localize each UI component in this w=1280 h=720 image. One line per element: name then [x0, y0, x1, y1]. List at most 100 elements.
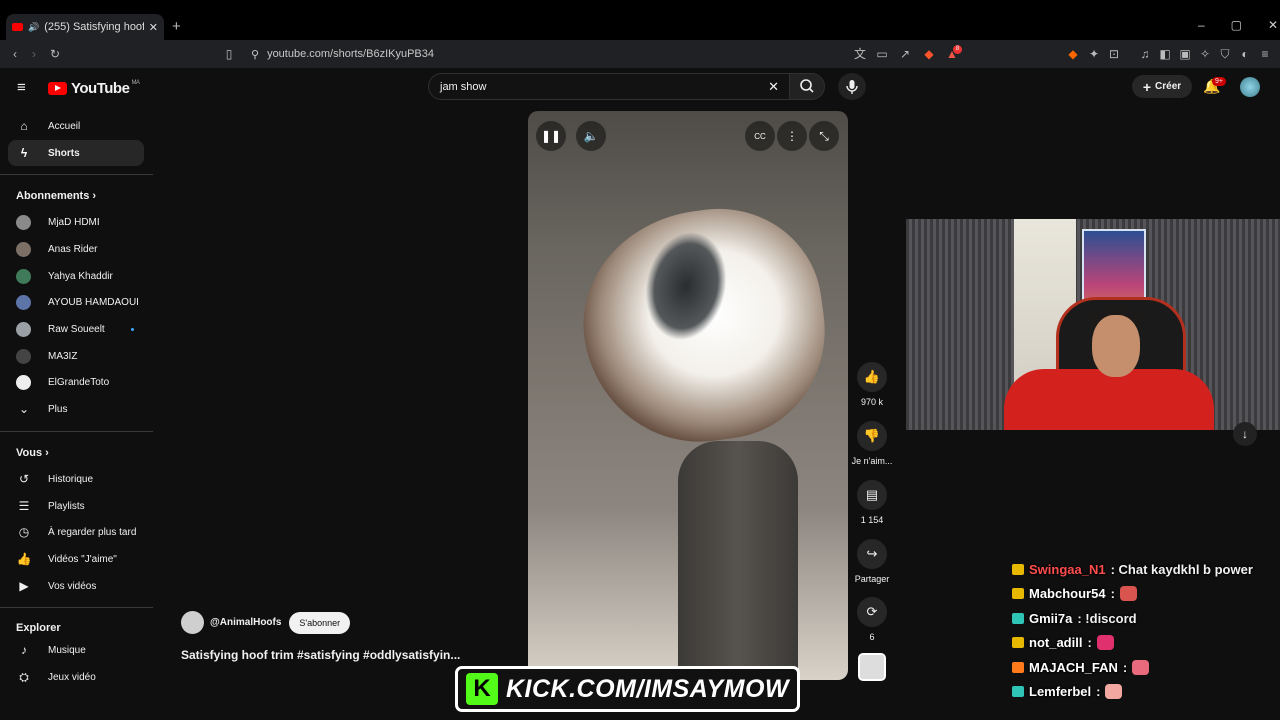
sidebar-item-accueil[interactable]: ⌂ Accueil	[8, 113, 144, 139]
dislike-button[interactable]: 👎 Je n'aim...	[850, 421, 894, 466]
sidebar-sub-item[interactable]: MjaD HDMI	[8, 209, 144, 235]
channel-name[interactable]: @AnimalHoofs	[210, 617, 281, 628]
subscribe-button[interactable]: S'abonner	[289, 611, 351, 634]
bookmark-icon[interactable]: ▯	[222, 47, 236, 61]
sidebar-item-music[interactable]: ♪ Musique	[8, 637, 144, 663]
account-avatar[interactable]	[1240, 77, 1260, 97]
sidebar-sub-item[interactable]: Anas Rider	[8, 236, 144, 262]
sidebar-item-watch-later[interactable]: ◷ À regarder plus tard	[8, 519, 144, 545]
region-code: MA	[131, 80, 140, 86]
new-content-dot	[131, 327, 134, 331]
emote-icon	[1096, 635, 1114, 651]
sidebar-sub-item[interactable]: AYOUB HAMDAOUI	[8, 289, 144, 315]
share-button[interactable]: ↪ Partager	[850, 539, 894, 584]
channel-info: @AnimalHoofs S'abonner	[181, 611, 351, 634]
thumbs-up-icon: 👍	[16, 552, 32, 566]
sidebar-item-label: MjaD HDMI	[48, 216, 100, 228]
forward-icon[interactable]: ›	[27, 47, 41, 61]
remix-button[interactable]: ⟳ 6	[850, 597, 894, 642]
clear-search-icon[interactable]: ✕	[768, 79, 779, 95]
sidebar-item-shorts[interactable]: ϟ Shorts	[8, 140, 144, 166]
sidebar-item-liked[interactable]: 👍 Vidéos "J'aime"	[8, 546, 144, 572]
sidebar-item-label: ElGrandeToto	[48, 376, 110, 388]
screenshot-icon[interactable]: ⊡	[1107, 47, 1121, 61]
avatar	[16, 321, 31, 337]
site-info-icon[interactable]: ⚲	[251, 48, 259, 61]
sidebar-item-your-videos[interactable]: ▶ Vos vidéos	[8, 573, 144, 599]
chat-username: Mabchour54	[1029, 586, 1106, 602]
sidebar-item-label: Anas Rider	[48, 243, 98, 255]
pause-icon: ❚❚	[540, 129, 562, 143]
you-heading[interactable]: Vous ›	[16, 447, 49, 459]
sidebar-sub-item[interactable]: MA3IZ	[8, 343, 144, 369]
next-short-button[interactable]: ↓	[1233, 422, 1257, 446]
cast-icon[interactable]: ▭	[875, 47, 889, 61]
sidebar-sub-item[interactable]: Raw Soueelt	[8, 316, 144, 342]
guide-menu-icon[interactable]: ≡	[17, 79, 26, 96]
search-button[interactable]	[789, 73, 825, 100]
brave-shield-icon[interactable]: ◆	[922, 47, 936, 61]
brave-news-icon[interactable]: ◐	[1238, 47, 1252, 61]
sidebar-sub-item[interactable]: ElGrandeToto	[8, 369, 144, 395]
like-button[interactable]: 👍 970 k	[850, 362, 894, 407]
volume-button[interactable]: 🔈	[576, 121, 606, 151]
chat-username: Gmii7a	[1029, 610, 1073, 626]
rewards-badge: 8	[953, 45, 962, 54]
wallet-icon[interactable]: ▣	[1178, 47, 1192, 61]
channel-avatar[interactable]	[181, 611, 204, 634]
maximize-button[interactable]: ▢	[1231, 18, 1242, 32]
sidebar-item-label: Shorts	[48, 147, 80, 159]
create-button[interactable]: + Créer	[1132, 75, 1192, 98]
sidebar-item-gaming[interactable]: ⛭ Jeux vidéo	[8, 664, 144, 690]
chat-username: Swingaa_N1	[1029, 561, 1106, 577]
translate-icon[interactable]: 文	[853, 47, 867, 61]
browser-tab[interactable]: 🔊 (255) Satisfying hoof trim #sati ✕	[6, 14, 164, 40]
share-icon: ↪	[857, 539, 887, 569]
minimize-button[interactable]: –	[1198, 18, 1205, 32]
new-tab-button[interactable]: +	[172, 18, 181, 35]
vpn-icon[interactable]: ⛉	[1218, 47, 1232, 61]
clock-icon: ◷	[18, 525, 30, 539]
badge-icon	[1012, 637, 1024, 649]
media-icon[interactable]: ♫	[1138, 47, 1152, 61]
more-options-button[interactable]: ⋮	[777, 121, 807, 151]
subscriptions-heading[interactable]: Abonnements ›	[16, 190, 96, 202]
chat-message: not_adill:	[1012, 631, 1278, 656]
video-title[interactable]: Satisfying hoof trim #satisfying #oddlys…	[181, 648, 460, 662]
sidebar-item-label: AYOUB HAMDAOUI	[48, 296, 139, 308]
back-icon[interactable]: ‹	[8, 47, 22, 61]
comment-icon: ▤	[857, 480, 887, 510]
more-vert-icon: ⋮	[786, 129, 798, 143]
channel-avatar-thumb[interactable]	[858, 653, 886, 681]
chat-message: Mabchour54:	[1012, 582, 1278, 607]
voice-search-button[interactable]	[838, 73, 866, 100]
pause-button[interactable]: ❚❚	[536, 121, 566, 151]
sidebar-item-more[interactable]: ⌄ Plus	[8, 396, 144, 422]
comments-button[interactable]: ▤ 1 154	[850, 480, 894, 525]
gamepad-icon: ⛭	[19, 669, 29, 684]
sidebar-item-playlists[interactable]: ☰ Playlists	[8, 493, 144, 519]
sidebar-sub-item[interactable]: Yahya Khaddir	[8, 263, 144, 289]
sidebar-toggle-icon[interactable]: ◧	[1158, 47, 1172, 61]
thumbs-down-icon: 👎	[857, 421, 887, 451]
youtube-logo[interactable]: YouTube MA	[48, 80, 140, 97]
sidebar-item-label: Yahya Khaddir	[48, 270, 113, 282]
extension-fox-icon[interactable]: ◆	[1066, 47, 1080, 61]
sidebar-item-history[interactable]: ↺ Historique	[8, 466, 144, 492]
share-page-icon[interactable]: ↗	[898, 47, 912, 61]
reload-icon[interactable]: ↻	[48, 47, 62, 61]
menu-icon[interactable]: ≡	[1258, 47, 1272, 61]
sidebar-item-label: Jeux vidéo	[48, 671, 96, 683]
extensions-icon[interactable]: ✦	[1087, 47, 1101, 61]
short-video-player[interactable]	[528, 111, 848, 680]
kick-url-text: KICK.COM/IMSAYMOW	[506, 674, 790, 703]
avatar	[16, 214, 31, 230]
webcam-overlay	[906, 219, 1280, 430]
leo-icon[interactable]: ✧	[1198, 47, 1212, 61]
search-input[interactable]: jam show ✕	[428, 73, 790, 100]
sidebar-item-label: MA3IZ	[48, 350, 78, 362]
close-window-button[interactable]: ✕	[1268, 18, 1278, 32]
close-tab-icon[interactable]: ✕	[149, 21, 158, 34]
captions-button[interactable]: CC	[745, 121, 775, 151]
fullscreen-button[interactable]: ⤡	[809, 121, 839, 151]
